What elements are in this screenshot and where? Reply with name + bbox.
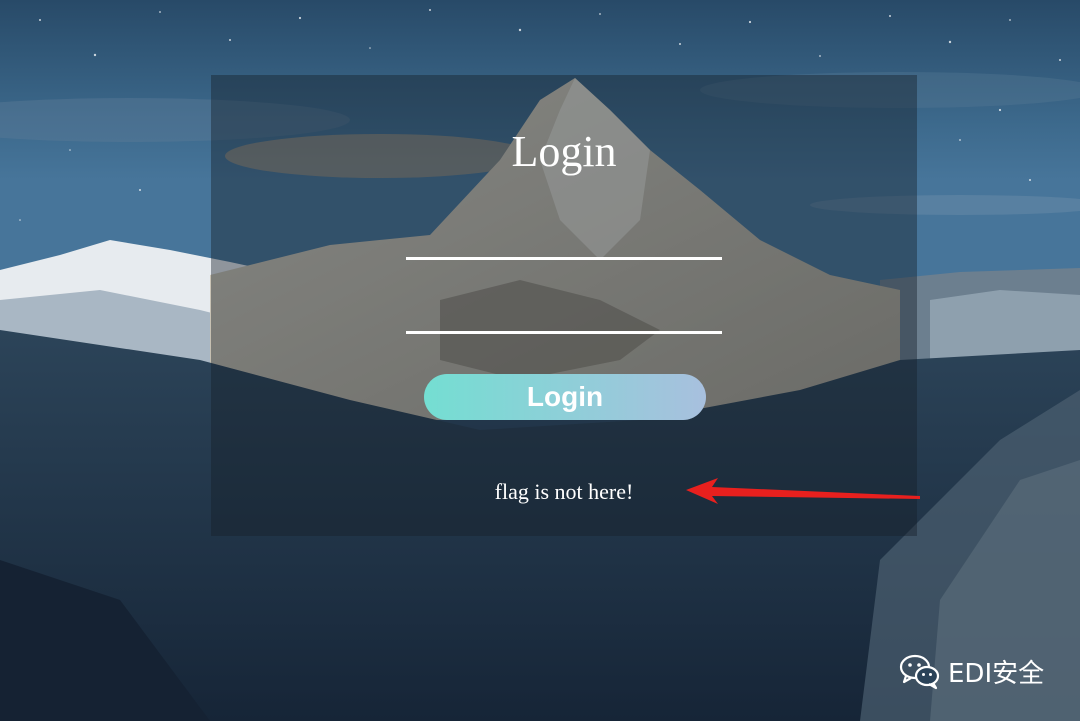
password-input[interactable] (406, 297, 722, 334)
login-button[interactable]: Login (424, 374, 706, 420)
watermark: EDI安全 (898, 650, 1044, 692)
page-background: Login Login flag is not here! EDI安全 (0, 0, 1080, 721)
watermark-text: EDI安全 (948, 658, 1045, 689)
wechat-icon (899, 654, 940, 690)
login-title: Login (511, 127, 617, 176)
username-input[interactable] (406, 223, 722, 260)
login-panel: Login Login flag is not here! (211, 75, 917, 536)
red-arrow-annotation (686, 478, 920, 504)
